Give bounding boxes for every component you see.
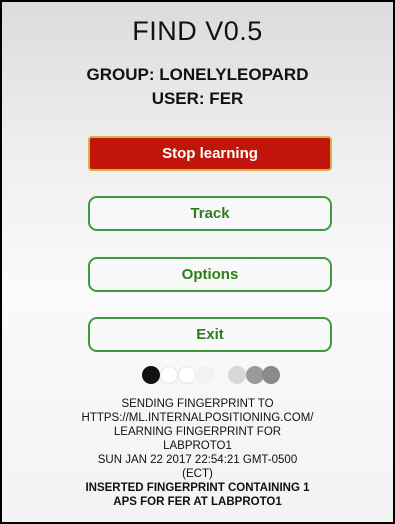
status-result: INSERTED FINGERPRINT CONTAINING 1 (85, 482, 310, 494)
progress-dot (142, 366, 160, 384)
stop-learning-button[interactable]: Stop learning (88, 136, 332, 171)
status-text: LABPROTO1 (163, 440, 232, 452)
status-text: LEARNING FINGERPRINT FOR (113, 426, 282, 438)
progress-dot (262, 366, 280, 384)
status-timestamp: SUN JAN 22 2017 22:54:21 GMT-0500 (97, 454, 298, 466)
progress-dot (160, 366, 178, 384)
app-title: FIND V0.5 (132, 16, 263, 46)
progress-dot (196, 366, 214, 384)
exit-button[interactable]: Exit (88, 317, 332, 352)
status-result: APS FOR FER AT LABPROTO1 (113, 496, 282, 508)
progress-dot (178, 366, 196, 384)
track-button[interactable]: Track (88, 196, 332, 231)
progress-dot (228, 366, 246, 384)
status-timezone: (ECT) (182, 468, 213, 480)
options-button[interactable]: Options (88, 257, 332, 292)
status-text: HTTPS://ML.INTERNALPOSITIONING.COM/ (81, 412, 314, 424)
user-label: USER: FER (151, 89, 244, 108)
group-label: GROUP: LONELYLEOPARD (86, 65, 309, 84)
app-screen: FIND V0.5 GROUP: LONELYLEOPARD USER: FER… (0, 0, 395, 524)
progress-dots-indicator (142, 366, 282, 384)
status-text: SENDING FINGERPRINT TO (121, 398, 274, 410)
